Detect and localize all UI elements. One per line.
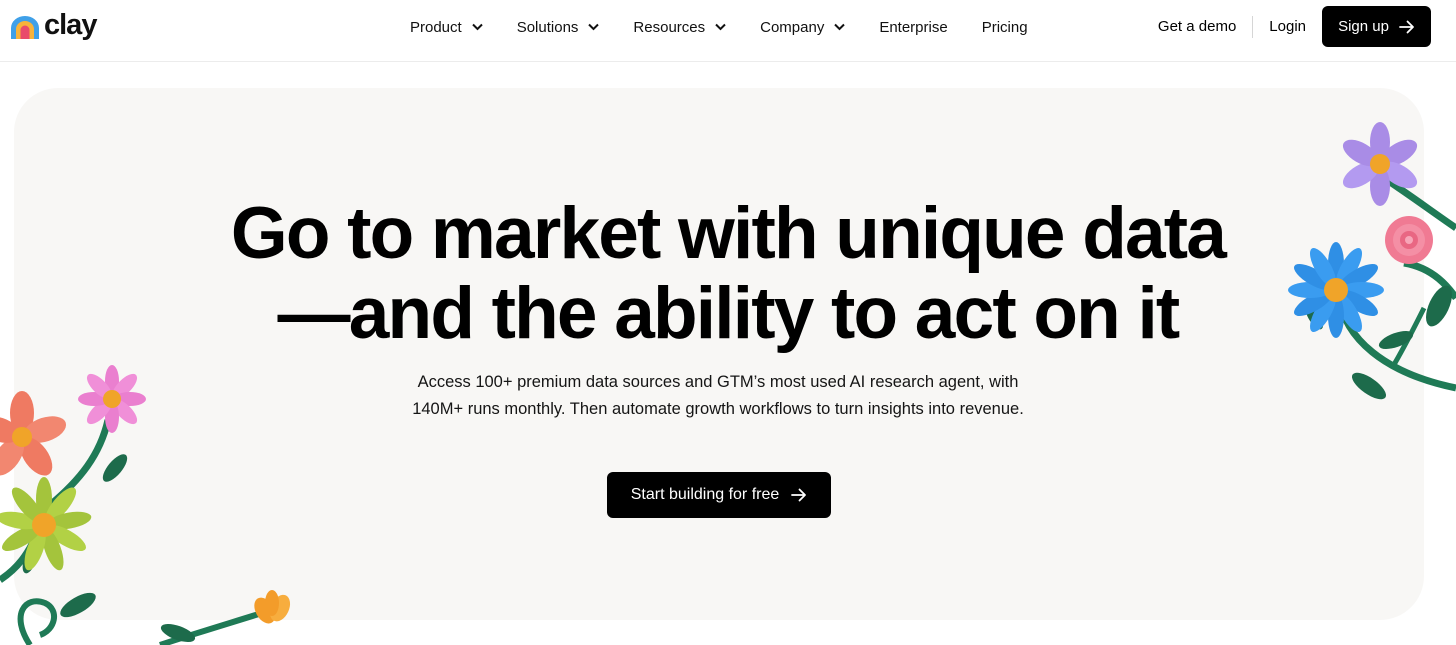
menu-item-label: Enterprise: [879, 18, 948, 36]
hero-subtext: Access 100+ premium data sources and GTM…: [412, 373, 1024, 418]
chevron-down-icon: [588, 23, 600, 31]
menu-item-company[interactable]: Company: [760, 18, 846, 36]
clay-logo[interactable]: clay: [8, 8, 97, 44]
get-demo-link[interactable]: Get a demo: [1158, 18, 1252, 35]
menu-item-label: Company: [760, 18, 825, 36]
menu-item-product[interactable]: Product: [410, 19, 483, 36]
main-menu: Product Solutions Resources Company Ente…: [410, 0, 1028, 54]
headline-line-2: —and the ability to act on it: [277, 273, 1181, 354]
menu-item-pricing[interactable]: Pricing: [982, 19, 1028, 36]
chevron-down-icon: [715, 23, 726, 31]
sign-up-button[interactable]: Sign up: [1322, 6, 1431, 47]
chevron-down-icon: [471, 23, 483, 31]
start-building-button[interactable]: Start building for free: [607, 472, 831, 518]
menu-item-solutions[interactable]: Solutions: [517, 19, 600, 36]
headline-line-1: Go to market with unique data: [230, 193, 1227, 274]
hero-headline: Go to market with unique data —and the a…: [0, 194, 1456, 354]
arrow-right-icon: [1399, 20, 1414, 33]
menu-item-enterprise[interactable]: Enterprise: [879, 19, 947, 36]
menu-item-label: Resources: [633, 18, 706, 36]
menu-item-label: Solutions: [516, 18, 579, 36]
rainbow-arch-icon: [11, 16, 39, 39]
start-building-label: Start building for free: [630, 486, 780, 503]
account-actions: Get a demo Login Sign up: [1158, 6, 1431, 47]
top-navigation: clay Product Solutions Resources Company…: [0, 0, 1456, 62]
brand-name: clay: [44, 8, 97, 41]
arrow-right-icon: [791, 488, 807, 502]
chevron-down-icon: [834, 23, 846, 31]
login-link[interactable]: Login: [1253, 18, 1322, 35]
menu-item-resources[interactable]: Resources: [633, 19, 726, 36]
menu-item-label: Product: [410, 18, 462, 36]
menu-item-label: Pricing: [981, 18, 1028, 36]
flower-illustration-left: [0, 365, 291, 645]
sign-up-label: Sign up: [1338, 18, 1389, 35]
